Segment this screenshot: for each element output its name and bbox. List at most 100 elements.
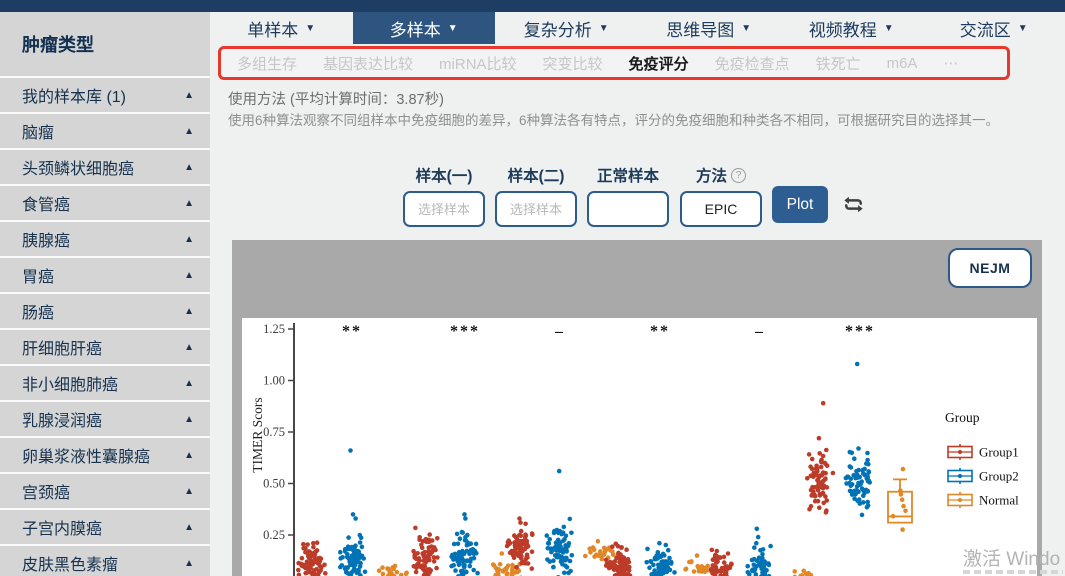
usage-method-title: 使用方法 (平均计算时间：3.87秒) [228,92,444,108]
subnav-highlight-box: 多组生存 基因表达比较 miRNA比较 突变比较 免疫评分 免疫检查点 铁死亡 m6A ⋯ [218,46,1010,80]
collapse-arrow-icon[interactable]: ▲ [184,486,194,497]
sidebar-item-11[interactable]: 宫颈癌 ▲ [0,474,210,508]
sample1-field-group: 样本(一) [403,164,485,227]
collapse-arrow-icon[interactable]: ▲ [184,234,194,245]
tab-4[interactable]: 视频教程 ▼ [780,12,923,44]
sidebar-item-5[interactable]: 胃癌 ▲ [0,258,210,292]
collapse-arrow-icon[interactable]: ▲ [184,378,194,389]
sidebar-item-label: 宫颈癌 [22,485,71,502]
chevron-down-icon: ▼ [1017,22,1028,34]
sidebar-item-label: 胰腺癌 [22,233,71,250]
subnav-more-icon[interactable]: ⋯ [943,54,958,72]
svg-text:TIMER Scors: TIMER Scors [250,397,265,472]
sidebar-item-label: 非小细胞肺癌 [22,377,119,394]
tumor-type-sidebar: 肿瘤类型 我的样本库 (1) ▲ 脑瘤 ▲ 头颈鳞状细胞癌 ▲ 食管癌 ▲ 胰腺癌 ▲ 胃癌 ▲ 肠癌 ▲… [0,12,210,576]
tab-1[interactable]: 多样本 ▼ [352,12,495,44]
sidebar-item-3[interactable]: 食管癌 ▲ [0,186,210,220]
sidebar-item-list: 我的样本库 (1) ▲ 脑瘤 ▲ 头颈鳞状细胞癌 ▲ 食管癌 ▲ 胰腺癌 ▲ 胃癌 ▲ 肠癌 ▲ 肝细胞肝癌… [0,78,210,576]
svg-text:1.25: 1.25 [263,322,285,336]
sidebar-item-label: 胃癌 [22,269,55,286]
sidebar-item-13[interactable]: 皮肤黑色素瘤 ▲ [0,546,210,576]
sample2-input[interactable] [495,191,577,227]
svg-text:0.50: 0.50 [263,477,285,491]
svg-text:**: ** [342,323,362,340]
sidebar-item-1[interactable]: 脑瘤 ▲ [0,114,210,148]
subnav-item-4[interactable]: 免疫评分 [629,53,689,74]
subnav-item-5[interactable]: 免疫检查点 [715,53,790,74]
method-label-text: 方法 [695,168,727,185]
sidebar-item-label: 肠癌 [22,305,55,322]
sample1-label: 样本(一) [415,168,473,185]
sidebar-item-label: 头颈鳞状细胞癌 [22,161,135,178]
chevron-down-icon: ▼ [883,22,894,34]
sidebar-item-2[interactable]: 头颈鳞状细胞癌 ▲ [0,150,210,184]
usage-method-description: 使用6种算法观察不同组样本中免疫细胞的差异，6种算法各有特点，评分的免疫细胞和种… [228,113,1000,128]
tab-label: 思维导图 [666,20,735,40]
normal-sample-label: 正常样本 [596,168,659,185]
swap-refresh-icon[interactable] [841,192,866,217]
subnav-item-0[interactable]: 多组生存 [237,53,297,74]
tab-label: 单样本 [247,20,299,40]
sample2-label: 样本(二) [507,168,565,185]
subnav-item-6[interactable]: 铁死亡 [816,53,861,74]
sidebar-item-label: 食管癌 [22,197,71,214]
sidebar-item-12[interactable]: 子宫内膜癌 ▲ [0,510,210,544]
sidebar-item-7[interactable]: 肝细胞肝癌 ▲ [0,330,210,364]
collapse-arrow-icon[interactable]: ▲ [184,450,194,461]
tab-2[interactable]: 复杂分析 ▼ [495,12,638,44]
collapse-arrow-icon[interactable]: ▲ [184,342,194,353]
chevron-down-icon: ▼ [447,22,458,34]
normal-sample-field-group: 正常样本 [587,164,669,227]
svg-text:0.75: 0.75 [263,425,285,439]
tab-label: 多样本 [389,20,441,40]
chart-card: NEJM 1.25 1.00 0.75 0.50 0.25 TIMER Scors ** **… [232,240,1042,576]
sidebar-item-10[interactable]: 卵巢浆液性囊腺癌 ▲ [0,438,210,472]
collapse-arrow-icon[interactable]: ▲ [184,306,194,317]
activate-windows-watermark-subline [963,570,1063,574]
timer-score-plot: 1.251.000.750.500.25TIMER Scors** *** – ** –… [250,322,1019,576]
tab-5[interactable]: 交流区 ▼ [923,12,1065,44]
collapse-arrow-icon[interactable]: ▲ [184,522,194,533]
method-select[interactable] [680,191,762,227]
svg-text:Group: Group [945,410,980,425]
svg-text:Group1: Group1 [979,445,1019,460]
tab-3[interactable]: 思维导图 ▼ [638,12,781,44]
tab-label: 视频教程 [808,20,877,40]
collapse-arrow-icon[interactable]: ▲ [184,90,194,101]
method-label: 方法 ? [680,164,762,186]
plot-button[interactable]: Plot [772,186,828,223]
sidebar-item-8[interactable]: 非小细胞肺癌 ▲ [0,366,210,400]
sidebar-item-label: 脑瘤 [22,125,55,142]
tab-0[interactable]: 单样本 ▼ [210,12,353,44]
collapse-arrow-icon[interactable]: ▲ [184,270,194,281]
nejm-style-button[interactable]: NEJM [948,248,1032,288]
svg-text:–: – [554,323,565,340]
collapse-arrow-icon[interactable]: ▲ [184,558,194,569]
sidebar-item-6[interactable]: 肠癌 ▲ [0,294,210,328]
method-field-group: 方法 ? [680,164,762,227]
sidebar-item-label: 乳腺浸润癌 [22,413,103,430]
activate-windows-watermark: 激活 Windo [963,549,1061,570]
sidebar-item-label: 子宫内膜癌 [22,521,103,538]
collapse-arrow-icon[interactable]: ▲ [184,198,194,209]
subnav-item-2[interactable]: miRNA比较 [439,53,517,74]
plot-panel: 1.25 1.00 0.75 0.50 0.25 TIMER Scors ** *** – ** –… [242,318,1037,576]
svg-text:Normal: Normal [979,493,1019,508]
sample2-field-group: 样本(二) [495,164,577,227]
collapse-arrow-icon[interactable]: ▲ [184,414,194,425]
collapse-arrow-icon[interactable]: ▲ [184,126,194,137]
sidebar-item-4[interactable]: 胰腺癌 ▲ [0,222,210,256]
subnav-item-1[interactable]: 基因表达比较 [323,53,413,74]
svg-text:1.00: 1.00 [263,374,285,388]
sample1-input[interactable] [403,191,485,227]
subnav-item-7[interactable]: m6A [887,55,918,72]
normal-sample-input[interactable] [587,191,669,227]
svg-text:***: *** [845,323,875,340]
svg-text:***: *** [450,323,480,340]
help-icon[interactable]: ? [731,167,746,183]
sidebar-item-9[interactable]: 乳腺浸润癌 ▲ [0,402,210,436]
collapse-arrow-icon[interactable]: ▲ [184,162,194,173]
subnav-item-3[interactable]: 突变比较 [543,53,603,74]
sidebar-item-0[interactable]: 我的样本库 (1) ▲ [0,78,210,112]
sidebar-item-label: 肝细胞肝癌 [22,341,103,358]
